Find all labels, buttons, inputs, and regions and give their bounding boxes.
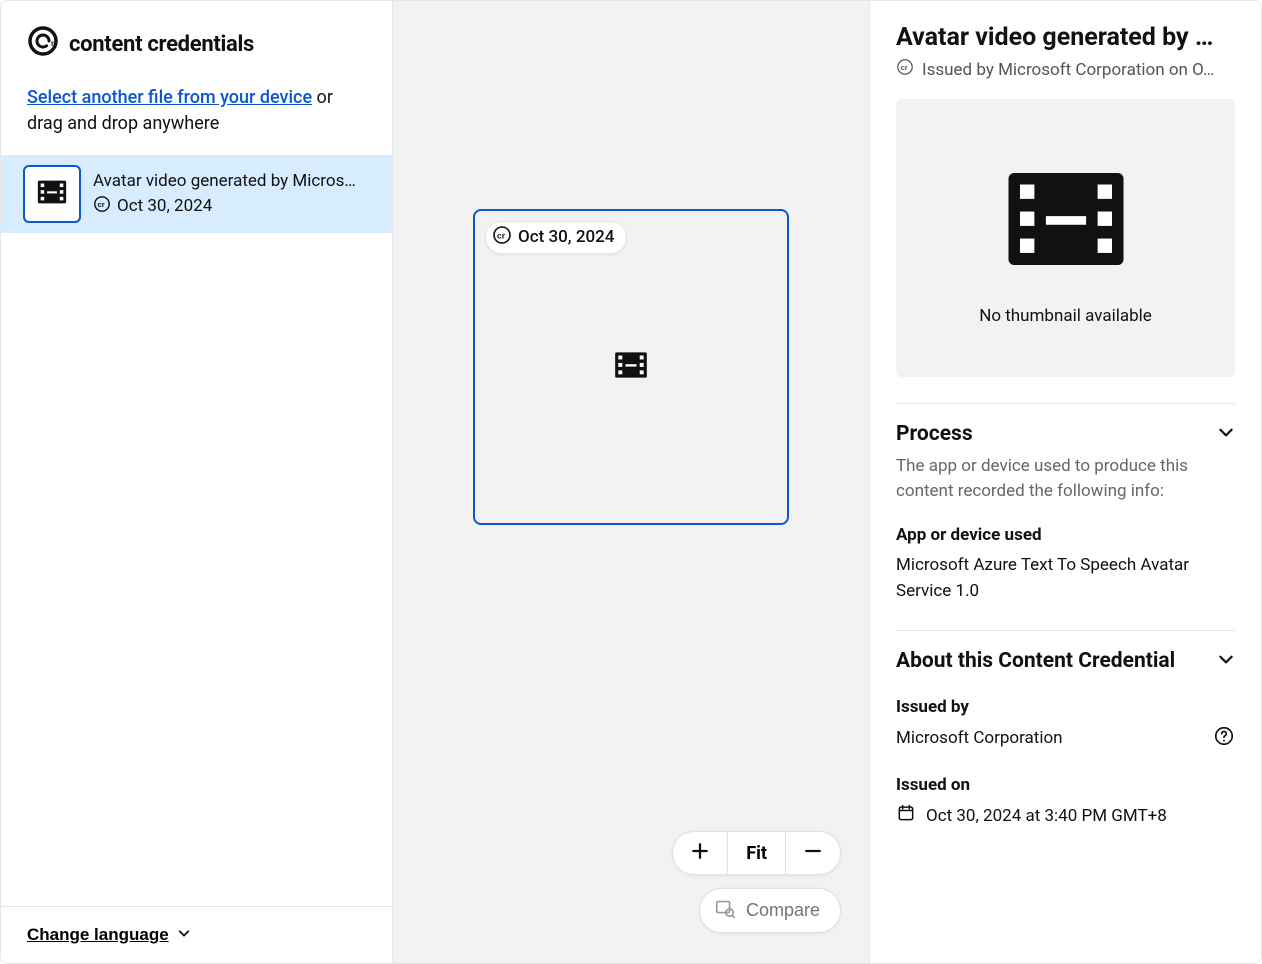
issued-on-label: Issued on — [896, 775, 1235, 795]
file-instructions: Select another file from your device or … — [27, 85, 366, 137]
process-desc: The app or device used to produce this c… — [896, 454, 1235, 503]
sidebar-footer: Change language — [1, 906, 392, 963]
compare-icon — [714, 897, 736, 924]
change-language-button[interactable]: Change language — [27, 925, 191, 945]
cr-badge-icon: cr — [492, 225, 512, 250]
plus-icon — [691, 842, 709, 865]
issuer-line: cr Issued by Microsoft Corporation on O… — [896, 58, 1235, 81]
chevron-down-icon — [1217, 650, 1235, 672]
svg-text:r: r — [51, 39, 54, 48]
thumbnail-box: No thumbnail available — [896, 99, 1235, 377]
svg-text:cr: cr — [98, 200, 105, 209]
brand: r content credentials — [27, 25, 366, 63]
file-date: Oct 30, 2024 — [117, 196, 212, 216]
compare-label: Compare — [746, 900, 820, 921]
sidebar-header: r content credentials Select another fil… — [1, 1, 392, 155]
app-used-label: App or device used — [896, 525, 1235, 545]
app-used-value: Microsoft Azure Text To Speech Avatar Se… — [896, 553, 1235, 604]
film-icon — [35, 175, 69, 213]
process-section-header[interactable]: Process — [896, 422, 1235, 446]
issuer-text: Issued by Microsoft Corporation on O… — [922, 60, 1214, 80]
svg-text:cr: cr — [497, 230, 506, 240]
divider — [896, 630, 1235, 631]
chevron-down-icon — [177, 925, 191, 945]
issued-on-value: Oct 30, 2024 at 3:40 PM GMT+8 — [926, 806, 1167, 826]
about-section-header[interactable]: About this Content Credential — [896, 649, 1235, 673]
zoom-out-button[interactable] — [786, 832, 840, 874]
details-panel: Avatar video generated by Micr… cr Issue… — [869, 1, 1261, 963]
calendar-icon — [896, 803, 916, 828]
zoom-controls: Fit — [672, 831, 841, 875]
film-icon — [997, 150, 1135, 292]
issued-by-value: Microsoft Corporation — [896, 726, 1063, 752]
svg-text:cr: cr — [901, 63, 908, 72]
file-subtitle: cr Oct 30, 2024 — [93, 195, 356, 218]
file-item[interactable]: Avatar video generated by Micros… cr Oct… — [1, 155, 392, 233]
canvas-content[interactable]: cr Oct 30, 2024 — [473, 209, 789, 525]
canvas-cr-badge[interactable]: cr Oct 30, 2024 — [485, 221, 627, 254]
select-file-link[interactable]: Select another file from your device — [27, 87, 312, 108]
zoom-fit-button[interactable]: Fit — [728, 832, 785, 874]
divider — [896, 403, 1235, 404]
change-language-label: Change language — [27, 925, 169, 945]
minus-icon — [804, 842, 822, 865]
file-meta: Avatar video generated by Micros… cr Oct… — [93, 171, 356, 218]
zoom-fit-label: Fit — [746, 843, 767, 864]
chevron-down-icon — [1217, 423, 1235, 445]
brand-icon: r — [27, 25, 59, 63]
canvas[interactable]: cr Oct 30, 2024 Fit — [393, 1, 869, 963]
zoom-in-button[interactable] — [673, 832, 727, 874]
file-list: Avatar video generated by Micros… cr Oct… — [1, 155, 392, 906]
film-icon — [612, 346, 650, 388]
issued-by-label: Issued by — [896, 697, 1235, 717]
brand-label: content credentials — [69, 32, 254, 57]
canvas-badge-date: Oct 30, 2024 — [518, 227, 614, 247]
sidebar: r content credentials Select another fil… — [1, 1, 393, 963]
details-title: Avatar video generated by Micr… — [896, 23, 1235, 52]
cr-badge-icon: cr — [896, 58, 914, 81]
issued-by-row: Microsoft Corporation — [896, 725, 1235, 751]
file-thumbnail — [23, 165, 81, 223]
issued-on-row: Oct 30, 2024 at 3:40 PM GMT+8 — [896, 803, 1235, 828]
file-title: Avatar video generated by Micros… — [93, 171, 356, 191]
app-root: r content credentials Select another fil… — [0, 0, 1262, 964]
process-header: Process — [896, 422, 973, 446]
compare-button[interactable]: Compare — [699, 888, 841, 933]
no-thumbnail-label: No thumbnail available — [979, 306, 1152, 326]
cr-badge-icon: cr — [93, 195, 111, 218]
help-icon[interactable] — [1213, 725, 1235, 751]
about-header: About this Content Credential — [896, 649, 1175, 673]
